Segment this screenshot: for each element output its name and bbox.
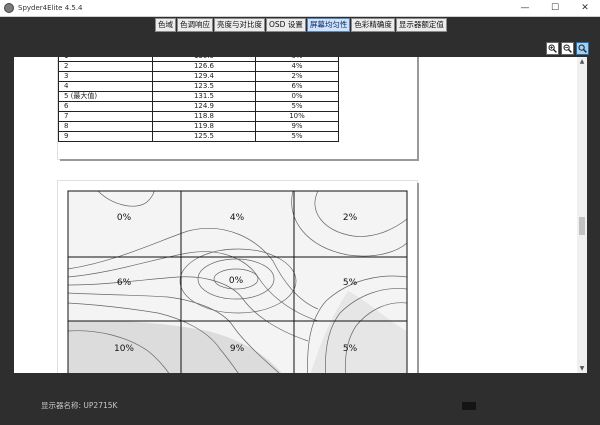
row-index-cell: 8 <box>58 121 153 132</box>
tab-gamut[interactable]: 色域 <box>155 18 176 32</box>
window-title: Spyder4Elite 4.5.4 <box>18 4 83 12</box>
scroll-up-arrow-icon[interactable]: ▲ <box>577 57 587 66</box>
row-index-cell: 2 <box>58 61 153 72</box>
row-deviation-cell: 6% <box>255 81 339 92</box>
uniformity-cell-6: 5% <box>343 278 358 288</box>
row-luminance-cell: 124.9 <box>152 101 256 112</box>
report-tabs: 色域 色调响应 亮度与对比度 OSD 设置 屏幕均匀性 色彩精确度 显示器额定值 <box>155 18 447 32</box>
row-deviation-cell: 2% <box>255 71 339 82</box>
row-deviation-cell: 10% <box>255 111 339 122</box>
tab-tone-response[interactable]: 色调响应 <box>177 18 213 32</box>
zoom-in-button[interactable] <box>546 42 559 55</box>
uniformity-cell-4: 6% <box>117 278 132 288</box>
report-page-luminance: 1130.90%2126.64%3129.42%4123.56%5 (最大值)1… <box>58 57 417 159</box>
zoom-toolbar <box>546 42 589 55</box>
row-luminance-cell: 129.4 <box>152 71 256 82</box>
row-deviation-cell: 4% <box>255 61 339 72</box>
table-row: 8 119.8 9% <box>58 121 339 132</box>
row-index-cell: 6 <box>58 101 153 112</box>
minimize-button[interactable]: — <box>510 0 540 16</box>
row-luminance-cell: 118.8 <box>152 111 256 122</box>
report-viewport[interactable]: 1130.90%2126.64%3129.42%4123.56%5 (最大值)1… <box>14 57 587 373</box>
uniformity-cell-2: 4% <box>230 213 245 223</box>
row-index-cell: 9 <box>58 131 153 142</box>
zoom-fit-button[interactable] <box>576 42 589 55</box>
table-row: 7 118.8 10% <box>58 111 339 122</box>
close-button[interactable]: ✕ <box>570 0 600 16</box>
report-page-uniformity: 0% 4% 2% 6% 0% 5% 10% 9% 5% <box>58 181 417 373</box>
row-index-cell: 3 <box>58 71 153 82</box>
zoom-out-button[interactable] <box>561 42 574 55</box>
row-luminance-cell: 131.5 <box>152 91 256 102</box>
maximize-button[interactable]: ☐ <box>540 0 570 16</box>
zoom-fit-icon <box>578 44 587 53</box>
row-luminance-cell: 126.6 <box>152 61 256 72</box>
display-name-label: 显示器名称: UP2715K <box>41 401 118 410</box>
table-row: 9 125.5 5% <box>58 131 339 142</box>
scroll-down-arrow-icon[interactable]: ▼ <box>577 364 587 373</box>
row-deviation-cell: 5% <box>255 101 339 112</box>
table-row: 3 129.4 2% <box>58 71 339 82</box>
uniformity-cell-1: 0% <box>117 213 132 223</box>
uniformity-cell-7: 10% <box>114 344 134 354</box>
uniformity-contour-map: 0% 4% 2% 6% 0% 5% 10% 9% 5% <box>67 190 408 373</box>
uniformity-cell-8: 9% <box>230 344 245 354</box>
tab-screen-uniformity[interactable]: 屏幕均匀性 <box>306 18 351 32</box>
row-index-cell: 4 <box>58 81 153 92</box>
status-indicator <box>462 402 476 410</box>
row-deviation-cell: 0% <box>255 91 339 102</box>
row-index-cell: 7 <box>58 111 153 122</box>
vertical-scrollbar[interactable]: ▲ ▼ <box>577 57 587 373</box>
row-luminance-cell: 119.8 <box>152 121 256 132</box>
scrollbar-thumb[interactable] <box>579 217 585 235</box>
luminance-table: 1130.90%2126.64%3129.42%4123.56%5 (最大值)1… <box>58 57 339 142</box>
row-luminance-cell: 123.5 <box>152 81 256 92</box>
table-row: 5 (最大值) 131.5 0% <box>58 91 339 102</box>
tab-color-accuracy[interactable]: 色彩精确度 <box>351 18 395 32</box>
title-bar: Spyder4Elite 4.5.4 — ☐ ✕ <box>0 0 600 17</box>
tab-brightness-contrast[interactable]: 亮度与对比度 <box>214 18 265 32</box>
zoom-out-icon <box>563 44 572 53</box>
window-controls: — ☐ ✕ <box>510 0 600 16</box>
luminance-table-body: 1130.90%2126.64%3129.42%4123.56%5 (最大值)1… <box>58 57 339 142</box>
tab-display-rating[interactable]: 显示器额定值 <box>395 18 447 32</box>
uniformity-cell-9: 5% <box>343 344 358 354</box>
tab-osd-settings[interactable]: OSD 设置 <box>266 18 306 32</box>
app-logo-icon <box>4 3 14 13</box>
table-row: 4 123.5 6% <box>58 81 339 92</box>
uniformity-cell-5: 0% <box>229 276 244 286</box>
table-row: 6 124.9 5% <box>58 101 339 112</box>
row-deviation-cell: 9% <box>255 121 339 132</box>
row-index-cell: 5 (最大值) <box>58 91 153 102</box>
row-luminance-cell: 125.5 <box>152 131 256 142</box>
table-row: 2 126.6 4% <box>58 61 339 72</box>
zoom-in-icon <box>548 44 557 53</box>
uniformity-cell-3: 2% <box>343 213 358 223</box>
row-deviation-cell: 5% <box>255 131 339 142</box>
